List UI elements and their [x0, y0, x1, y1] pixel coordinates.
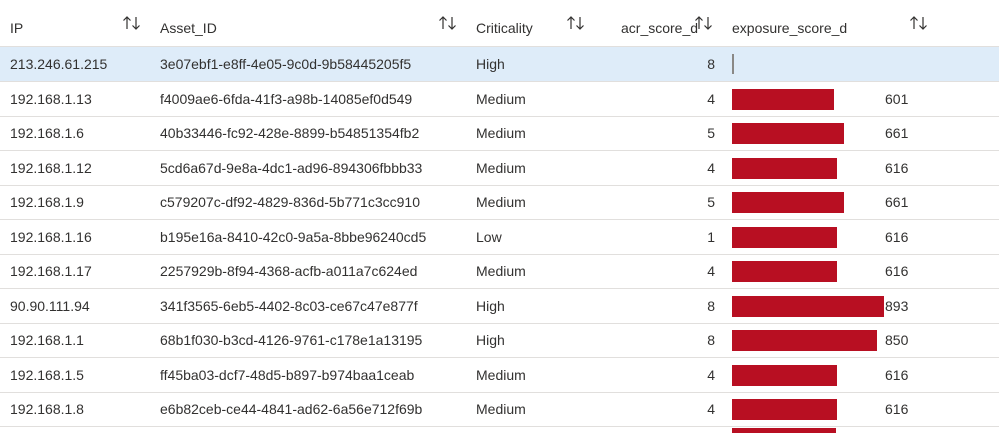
- cell-ip: 192.168.1.13: [10, 90, 92, 107]
- cell-criticality: Medium: [476, 401, 526, 417]
- column-header-ip[interactable]: IP: [10, 0, 23, 46]
- table-row[interactable]: 213.246.61.215 3e07ebf1-e8ff-4e05-9c0d-9b…: [0, 47, 999, 82]
- table-row[interactable]: 192.168.1.5 ff45ba03-dcf7-48d5-b897-b974b…: [0, 358, 999, 393]
- cell-acr-score: 1: [707, 228, 715, 245]
- cell-ip: 192.168.1.6: [10, 125, 84, 141]
- cell-asset-id: c579207c-df92-4829-836d-5b771c3cc910: [160, 194, 420, 210]
- cell-ip: 192.168.1.5: [10, 366, 84, 383]
- cell-criticality: High: [476, 332, 505, 348]
- cell-acr-score: 4: [707, 159, 715, 176]
- exposure-score-bar: [732, 399, 837, 420]
- table-row[interactable]: 192.168.1.16 b195e16a-8410-42c0-9a5a-8bbe…: [0, 220, 999, 255]
- cell-asset-id: f4009ae6-6fda-41f3-a98b-14085ef0d549: [160, 90, 413, 107]
- cell-ip: 192.168.1.17: [10, 263, 92, 279]
- cell-exposure-score: 616: [885, 401, 909, 417]
- sort-asset-id-icon[interactable]: [438, 16, 458, 30]
- cell-asset-id: 341f3565-6eb5-4402-8c03-ce67c47e877f: [160, 297, 418, 314]
- cell-criticality: High: [476, 56, 505, 72]
- table-row[interactable]: 192.168.1.13 f4009ae6-6fda-41f3-a98b-1408…: [0, 82, 999, 117]
- table-row[interactable]: 192.168.1.6 40b33446-fc92-428e-8899-b5485…: [0, 116, 999, 151]
- sort-exposure-score-icon[interactable]: [909, 16, 929, 30]
- cell-exposure-score: 601: [885, 90, 909, 107]
- exposure-score-bar: [732, 192, 844, 213]
- cell-exposure-score: 661: [885, 125, 909, 141]
- table-row[interactable]: 192.168.1.9 c579207c-df92-4829-836d-5b771…: [0, 185, 999, 220]
- cell-ip: 192.168.1.12: [10, 159, 92, 176]
- column-header-exposure-score[interactable]: exposure_score_d: [732, 0, 847, 46]
- column-header-asset-id[interactable]: Asset_ID: [160, 0, 217, 46]
- cell-ip: 192.168.1.9: [10, 194, 84, 210]
- cell-exposure-score: 893: [885, 297, 909, 314]
- cell-ip: 192.168.1.16: [10, 228, 92, 245]
- results-grid: IP Asset_ID Criticality acr_score_d expo…: [0, 0, 999, 433]
- cell-asset-id: 3e07ebf1-e8ff-4e05-9c0d-9b58445205f5: [160, 56, 412, 72]
- table-row[interactable]: 90.90.111.94 341f3565-6eb5-4402-8c03-ce67…: [0, 289, 999, 324]
- cell-acr-score: 8: [707, 297, 715, 314]
- cell-criticality: Medium: [476, 125, 526, 141]
- cell-acr-score: 8: [707, 56, 715, 72]
- column-header-criticality[interactable]: Criticality: [476, 0, 533, 46]
- cell-acr-score: 4: [707, 263, 715, 279]
- table-row[interactable]: 192.168.1.12 5cd6a67d-9e8a-4dc1-ad96-8943…: [0, 151, 999, 186]
- cell-criticality: High: [476, 297, 505, 314]
- sort-acr-score-icon[interactable]: [694, 16, 714, 30]
- partial-row-bar: [732, 428, 836, 433]
- table-row[interactable]: 192.168.1.1 68b1f030-b3cd-4126-9761-c178e…: [0, 323, 999, 358]
- cell-ip: 213.246.61.215: [10, 56, 108, 72]
- exposure-score-bar: [732, 261, 837, 282]
- sort-ip-icon[interactable]: [122, 16, 142, 30]
- exposure-score-bar: [732, 295, 884, 317]
- cell-acr-score: 5: [707, 125, 715, 141]
- cell-asset-id: ff45ba03-dcf7-48d5-b897-b974baa1ceab: [160, 366, 415, 383]
- table-row[interactable]: 192.168.1.8 e6b82ceb-ce44-4841-ad62-6a56e…: [0, 392, 999, 427]
- cell-ip: 192.168.1.8: [10, 401, 84, 417]
- exposure-score-bar: [732, 330, 877, 351]
- cell-acr-score: 8: [707, 332, 715, 348]
- exposure-score-bar: [732, 364, 837, 386]
- cell-criticality: Medium: [476, 263, 526, 279]
- column-header-acr-score[interactable]: acr_score_d: [621, 0, 698, 46]
- cell-ip: 90.90.111.94: [10, 297, 90, 314]
- cell-acr-score: 5: [707, 194, 715, 210]
- cell-criticality: Medium: [476, 366, 526, 383]
- cell-acr-score: 4: [707, 90, 715, 107]
- cell-exposure-score: 850: [885, 332, 909, 348]
- cell-asset-id: e6b82ceb-ce44-4841-ad62-6a56e712f69b: [160, 401, 423, 417]
- cell-criticality: Medium: [476, 90, 526, 107]
- exposure-score-bar: [732, 123, 844, 144]
- cell-exposure-score: 661: [885, 194, 909, 210]
- cell-exposure-score: 616: [885, 366, 909, 383]
- cell-exposure-score: 616: [885, 228, 909, 245]
- table-row[interactable]: 192.168.1.17 2257929b-8f94-4368-acfb-a011…: [0, 254, 999, 289]
- exposure-score-bar: [732, 226, 837, 248]
- cell-asset-id: b195e16a-8410-42c0-9a5a-8bbe96240cd5: [160, 228, 427, 245]
- cell-asset-id: 5cd6a67d-9e8a-4dc1-ad96-894306fbbb33: [160, 159, 423, 176]
- cell-exposure-score: 616: [885, 263, 909, 279]
- cell-asset-id: 2257929b-8f94-4368-acfb-a011a7c624ed: [160, 263, 418, 279]
- grid-header: IP Asset_ID Criticality acr_score_d expo…: [0, 0, 999, 47]
- cell-ip: 192.168.1.1: [10, 332, 84, 348]
- cell-acr-score: 4: [707, 401, 715, 417]
- sort-criticality-icon[interactable]: [566, 16, 586, 30]
- exposure-score-bar: [732, 88, 834, 110]
- exposure-score-bar: [732, 157, 837, 179]
- cell-criticality: Medium: [476, 159, 526, 176]
- cell-exposure-score: 616: [885, 159, 909, 176]
- cell-asset-id: 40b33446-fc92-428e-8899-b54851354fb2: [160, 125, 420, 141]
- cell-asset-id: 68b1f030-b3cd-4126-9761-c178e1a13195: [160, 332, 423, 348]
- cell-criticality: Low: [476, 228, 502, 245]
- exposure-score-bar-empty: [732, 54, 734, 74]
- cell-criticality: Medium: [476, 194, 526, 210]
- cell-acr-score: 4: [707, 366, 715, 383]
